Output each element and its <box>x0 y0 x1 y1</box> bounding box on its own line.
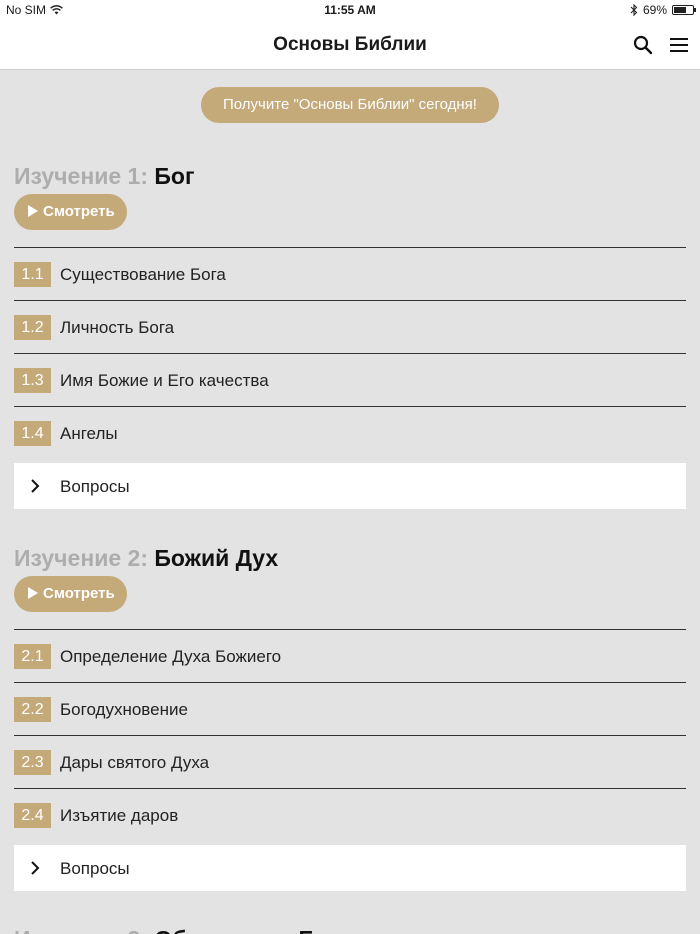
lesson-title: Имя Божие и Его качества <box>60 371 269 390</box>
lesson-title: Существование Бога <box>60 265 226 284</box>
battery-icon <box>672 5 696 15</box>
status-time: 11:55 AM <box>324 3 376 17</box>
lesson-row[interactable]: 1.1 Существование Бога <box>14 247 686 300</box>
lesson-number: 2.1 <box>14 644 51 669</box>
lesson-title: Дары святого Духа <box>60 753 210 772</box>
navigation-bar: Основы Библии <box>0 20 700 70</box>
questions-row[interactable]: Вопросы <box>14 463 686 509</box>
watch-label: Смотреть <box>43 585 115 602</box>
study-1-title: Изучение 1: Бог <box>14 163 195 190</box>
questions-label: Вопросы <box>60 477 130 496</box>
questions-label: Вопросы <box>60 859 130 878</box>
lesson-row[interactable]: 2.3 Дары святого Духа <box>14 735 686 788</box>
lesson-row[interactable]: 2.4 Изъятие даров <box>14 788 686 841</box>
menu-icon[interactable] <box>668 34 690 56</box>
search-icon[interactable] <box>632 34 654 56</box>
lesson-number: 2.4 <box>14 803 51 828</box>
watch-label: Смотреть <box>43 203 115 220</box>
battery-percent: 69% <box>642 3 667 17</box>
watch-button[interactable]: Смотреть <box>14 576 127 612</box>
study-1-lessons: 1.1 Существование Бога 1.2 Личность Бога… <box>14 247 686 459</box>
study-2-title: Изучение 2: Божий Дух <box>14 545 278 572</box>
study-number: Изучение 1: <box>14 163 148 189</box>
lesson-row[interactable]: 1.4 Ангелы <box>14 406 686 459</box>
status-bar: No SIM 11:55 AM 69% <box>0 0 700 20</box>
study-name: Бог <box>154 163 195 189</box>
lesson-number: 2.2 <box>14 697 51 722</box>
study-3-title: Изучение 3: Обетования Бога <box>14 926 351 934</box>
study-number: Изучение 2: <box>14 545 148 571</box>
watch-button[interactable]: Смотреть <box>14 194 127 230</box>
chevron-right-icon <box>31 861 40 875</box>
status-right: 69% <box>630 3 696 17</box>
play-icon <box>28 205 38 217</box>
questions-row[interactable]: Вопросы <box>14 845 686 891</box>
play-icon <box>28 587 38 599</box>
study-name: Божий Дух <box>154 545 279 571</box>
page-title: Основы Библии <box>273 34 427 55</box>
study-number: Изучение 3: <box>14 926 148 934</box>
lesson-number: 1.2 <box>14 315 51 340</box>
lesson-row[interactable]: 1.3 Имя Божие и Его качества <box>14 353 686 406</box>
bluetooth-icon <box>630 4 638 16</box>
lesson-row[interactable]: 2.1 Определение Духа Божиего <box>14 629 686 682</box>
get-book-button[interactable]: Получите "Основы Библии" сегодня! <box>201 87 499 123</box>
study-name: Обетования Бога <box>154 926 351 934</box>
study-2-lessons: 2.1 Определение Духа Божиего 2.2 Богодух… <box>14 629 686 841</box>
chevron-right-icon <box>31 479 40 493</box>
lesson-number: 1.1 <box>14 262 51 287</box>
battery-fill <box>674 7 687 13</box>
lesson-title: Определение Духа Божиего <box>60 647 282 666</box>
lesson-title: Личность Бога <box>60 318 175 337</box>
lesson-number: 1.4 <box>14 421 51 446</box>
lesson-title: Изъятие даров <box>60 806 179 825</box>
lesson-row[interactable]: 2.2 Богодухновение <box>14 682 686 735</box>
lesson-row[interactable]: 1.2 Личность Бога <box>14 300 686 353</box>
lesson-title: Ангелы <box>60 424 118 443</box>
lesson-number: 1.3 <box>14 368 51 393</box>
lesson-title: Богодухновение <box>60 700 188 719</box>
lesson-number: 2.3 <box>14 750 51 775</box>
